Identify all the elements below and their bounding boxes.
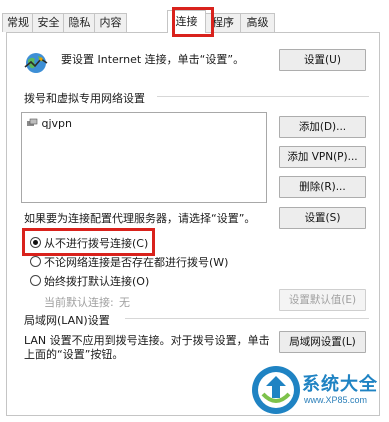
- add-vpn-button[interactable]: 添加 VPN(P)...: [279, 146, 366, 168]
- internet-options-dialog: 常规 安全 隐私 内容 连接 程序 高级 要设置 Internet 连接，单击“…: [0, 0, 389, 422]
- lan-section-divider: [125, 318, 369, 319]
- lan-description-line-2: 上面的“设置”按钮。: [24, 348, 124, 361]
- setup-button[interactable]: 设置(U): [279, 49, 366, 71]
- radio-never-dial[interactable]: [30, 237, 41, 248]
- tab-security[interactable]: 安全: [32, 13, 65, 32]
- current-default-value: 无: [119, 296, 130, 309]
- current-default-label: 当前默认连接:: [44, 296, 114, 309]
- radio-dial-whenever-no-network[interactable]: [30, 256, 41, 267]
- tab-connections[interactable]: 连接: [167, 10, 206, 33]
- list-item[interactable]: qjvpn: [26, 117, 72, 130]
- dialup-settings-button[interactable]: 设置(S): [279, 207, 366, 229]
- watermark-url: www.XP85.com: [304, 395, 368, 405]
- site-watermark: 系统大全 www.XP85.com: [250, 362, 389, 422]
- watermark-title: 系统大全: [302, 374, 378, 395]
- radio-always-dial-default[interactable]: [30, 275, 41, 286]
- set-default-button[interactable]: 设置默认值(E): [279, 289, 366, 311]
- connections-panel: 要设置 Internet 连接，单击“设置”。 设置(U) 拨号和虚拟专用网络设…: [6, 32, 380, 416]
- dialup-section-divider: [157, 96, 369, 97]
- tab-content[interactable]: 内容: [94, 13, 127, 32]
- dialup-vpn-section-label: 拨号和虚拟专用网络设置: [24, 92, 145, 105]
- radio-never-dial-label[interactable]: 从不进行拨号连接(C): [44, 235, 148, 251]
- globe-network-icon: [24, 53, 48, 73]
- vpn-connection-icon: [27, 118, 38, 126]
- list-item-label: qjvpn: [41, 117, 73, 130]
- tab-strip: 常规 安全 隐私 内容 连接 程序 高级: [2, 10, 382, 33]
- lan-settings-button[interactable]: 局域网设置(L): [279, 331, 366, 353]
- radio-dial-whenever-no-network-label[interactable]: 不论网络连接是否存在都进行拨号(W): [44, 254, 228, 270]
- lan-section-label: 局域网(LAN)设置: [24, 314, 110, 327]
- setup-connection-text: 要设置 Internet 连接，单击“设置”。: [61, 53, 245, 66]
- tab-advanced[interactable]: 高级: [240, 13, 275, 32]
- remove-button[interactable]: 删除(R)...: [279, 176, 366, 198]
- add-button[interactable]: 添加(D)...: [279, 116, 366, 138]
- radio-always-dial-default-label[interactable]: 始终拨打默认连接(O): [44, 273, 149, 289]
- connections-listbox[interactable]: qjvpn: [21, 112, 267, 203]
- tab-programs[interactable]: 程序: [204, 13, 242, 32]
- proxy-hint-text: 如果要为连接配置代理服务器，请选择“设置”。: [24, 212, 256, 225]
- tab-privacy[interactable]: 隐私: [63, 13, 96, 32]
- tab-general[interactable]: 常规: [2, 13, 34, 32]
- watermark-logo-icon: [252, 366, 300, 414]
